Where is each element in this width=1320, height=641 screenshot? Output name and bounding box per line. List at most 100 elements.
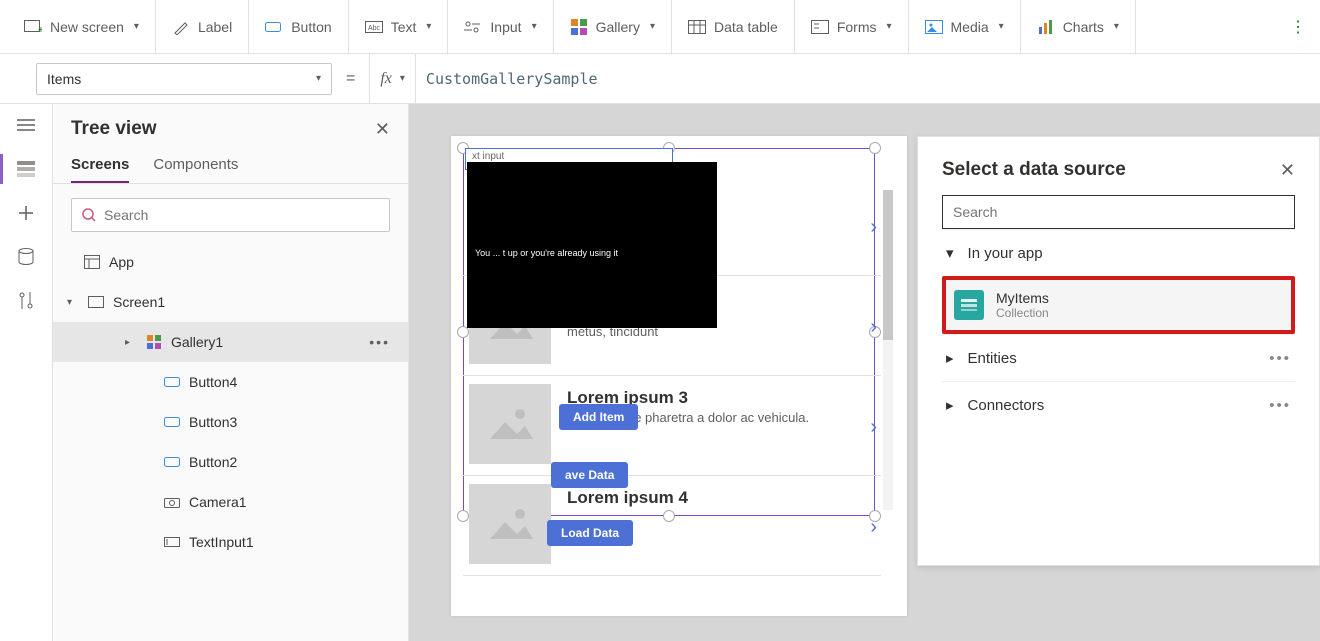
table-icon bbox=[688, 18, 706, 36]
ribbon-forms-label: Forms bbox=[837, 19, 877, 35]
data-source-item-myitems[interactable]: MyItems Collection bbox=[942, 276, 1295, 334]
overflow-icon[interactable]: ••• bbox=[1269, 350, 1291, 367]
tree-node-label: Button2 bbox=[189, 454, 237, 470]
ribbon-text[interactable]: Abc Text ▾ bbox=[349, 0, 449, 53]
section-label: In your app bbox=[968, 245, 1043, 262]
chevron-down-icon: ▾ bbox=[532, 21, 537, 32]
button-icon bbox=[163, 453, 181, 471]
tree-node-button4[interactable]: Button4 bbox=[53, 362, 408, 402]
tree-title: Tree view bbox=[71, 118, 157, 140]
gallery-scrollbar[interactable] bbox=[883, 190, 893, 510]
ribbon-forms[interactable]: Forms ▾ bbox=[795, 0, 909, 53]
add-item-button[interactable]: Add Item bbox=[559, 404, 638, 430]
close-icon[interactable]: ✕ bbox=[1280, 160, 1295, 181]
image-placeholder-icon bbox=[469, 484, 551, 564]
data-source-search[interactable] bbox=[942, 195, 1295, 229]
formula-input[interactable]: CustomGallerySample bbox=[415, 54, 1320, 103]
overflow-icon[interactable]: ••• bbox=[1269, 397, 1291, 414]
chevron-down-icon: ▾ bbox=[426, 21, 431, 32]
load-data-button[interactable]: Load Data bbox=[547, 520, 633, 546]
image-placeholder-icon bbox=[469, 384, 551, 464]
text-icon: Abc bbox=[365, 18, 383, 36]
ribbon-charts-label: Charts bbox=[1063, 19, 1104, 35]
equals-sign: = bbox=[346, 70, 355, 88]
add-icon[interactable] bbox=[15, 204, 37, 222]
app-icon bbox=[83, 253, 101, 271]
save-data-button[interactable]: ave Data bbox=[551, 462, 628, 488]
tree-search-input[interactable] bbox=[104, 207, 379, 223]
tree-node-textinput1[interactable]: TextInput1 bbox=[53, 522, 408, 562]
property-selector[interactable]: Items ▾ bbox=[36, 63, 332, 95]
tree-node-button2[interactable]: Button2 bbox=[53, 442, 408, 482]
fx-icon: fx bbox=[380, 70, 392, 88]
ribbon-label[interactable]: Label bbox=[156, 0, 249, 53]
tree-node-label: Camera1 bbox=[189, 494, 247, 510]
gallery-row[interactable]: Lorem ipsum 3 Suspendisse pharetra a dol… bbox=[463, 376, 881, 476]
input-icon bbox=[464, 18, 482, 36]
ribbon-button[interactable]: Button bbox=[249, 0, 348, 53]
charts-icon bbox=[1037, 18, 1055, 36]
tree-search[interactable] bbox=[71, 198, 390, 232]
tree-node-button3[interactable]: Button3 bbox=[53, 402, 408, 442]
chevron-down-icon: ▾ bbox=[650, 21, 655, 32]
tab-screens[interactable]: Screens bbox=[71, 150, 129, 183]
section-in-your-app[interactable]: ▾ In your app bbox=[942, 229, 1295, 276]
chevron-down-icon: ▾ bbox=[886, 21, 891, 32]
search-icon bbox=[82, 208, 96, 222]
ribbon-overflow-icon[interactable]: ⋮ bbox=[1284, 17, 1312, 37]
forms-icon bbox=[811, 18, 829, 36]
ribbon-media-label: Media bbox=[951, 19, 989, 35]
data-source-panel: Select a data source ✕ ▾ In your app MyI… bbox=[917, 136, 1320, 566]
chevron-right-icon[interactable]: › bbox=[870, 316, 877, 339]
ribbon-input-label: Input bbox=[490, 19, 521, 35]
section-connectors[interactable]: ▸ Connectors ••• bbox=[942, 381, 1295, 428]
data-source-type: Collection bbox=[996, 306, 1049, 320]
chevron-right-icon[interactable]: › bbox=[870, 516, 877, 539]
hamburger-icon[interactable] bbox=[15, 116, 37, 134]
ribbon-data-table-label: Data table bbox=[714, 19, 778, 35]
chevron-right-icon[interactable]: › bbox=[870, 216, 877, 239]
ribbon-gallery[interactable]: Gallery ▾ bbox=[554, 0, 672, 53]
close-icon[interactable]: ✕ bbox=[375, 119, 390, 140]
chevron-right-icon: ▸ bbox=[946, 349, 954, 367]
row-title: Lorem ipsum 4 bbox=[567, 488, 881, 508]
ribbon-input[interactable]: Input ▾ bbox=[448, 0, 553, 53]
chevron-down-icon: ▾ bbox=[1114, 21, 1119, 32]
chevron-down-icon: ▾ bbox=[134, 21, 139, 32]
main-area: Tree view ✕ Screens Components App ▾ Scr… bbox=[0, 104, 1320, 641]
chevron-right-icon: ▸ bbox=[946, 396, 954, 414]
gallery-row[interactable]: Lorem ipsum 4 › bbox=[463, 476, 881, 576]
ribbon-data-table[interactable]: Data table bbox=[672, 0, 795, 53]
button-icon bbox=[265, 18, 283, 36]
screen-plus-icon: + bbox=[24, 18, 42, 36]
tab-components[interactable]: Components bbox=[153, 150, 238, 183]
ribbon-charts[interactable]: Charts ▾ bbox=[1021, 0, 1136, 53]
chevron-right-icon: ▸ bbox=[125, 337, 137, 348]
tools-icon[interactable] bbox=[15, 292, 37, 310]
textinput-icon bbox=[163, 533, 181, 551]
ribbon-new-screen[interactable]: + New screen ▾ bbox=[8, 0, 156, 53]
fx-button[interactable]: fx ▾ bbox=[369, 54, 415, 103]
overflow-icon[interactable]: ••• bbox=[369, 334, 390, 350]
section-label: Entities bbox=[968, 350, 1017, 367]
tree-view-icon[interactable] bbox=[15, 160, 37, 178]
ribbon-new-screen-label: New screen bbox=[50, 19, 124, 35]
tree-node-label: Screen1 bbox=[113, 294, 165, 310]
tree-node-camera1[interactable]: Camera1 bbox=[53, 482, 408, 522]
canvas[interactable]: xt input ✎ You ... t up or you're alread… bbox=[409, 104, 1320, 641]
ribbon-media[interactable]: Media ▾ bbox=[909, 0, 1021, 53]
button-icon bbox=[163, 413, 181, 431]
property-name: Items bbox=[47, 71, 81, 87]
section-entities[interactable]: ▸ Entities ••• bbox=[942, 334, 1295, 381]
resize-handle[interactable] bbox=[869, 142, 881, 154]
app-preview-frame: xt input ✎ You ... t up or you're alread… bbox=[451, 136, 907, 616]
tree-node-gallery1[interactable]: ▸ Gallery1 ••• bbox=[53, 322, 408, 362]
chevron-right-icon[interactable]: › bbox=[870, 416, 877, 439]
data-icon[interactable] bbox=[15, 248, 37, 266]
tree-node-screen1[interactable]: ▾ Screen1 bbox=[53, 282, 408, 322]
tree-node-label: App bbox=[109, 254, 134, 270]
tree-node-app[interactable]: App bbox=[53, 242, 408, 282]
chevron-down-icon: ▾ bbox=[400, 73, 405, 84]
formula-bar: Items ▾ = fx ▾ CustomGallerySample bbox=[0, 54, 1320, 104]
ribbon-toolbar: + New screen ▾ Label Button Abc Text ▾ I… bbox=[0, 0, 1320, 54]
